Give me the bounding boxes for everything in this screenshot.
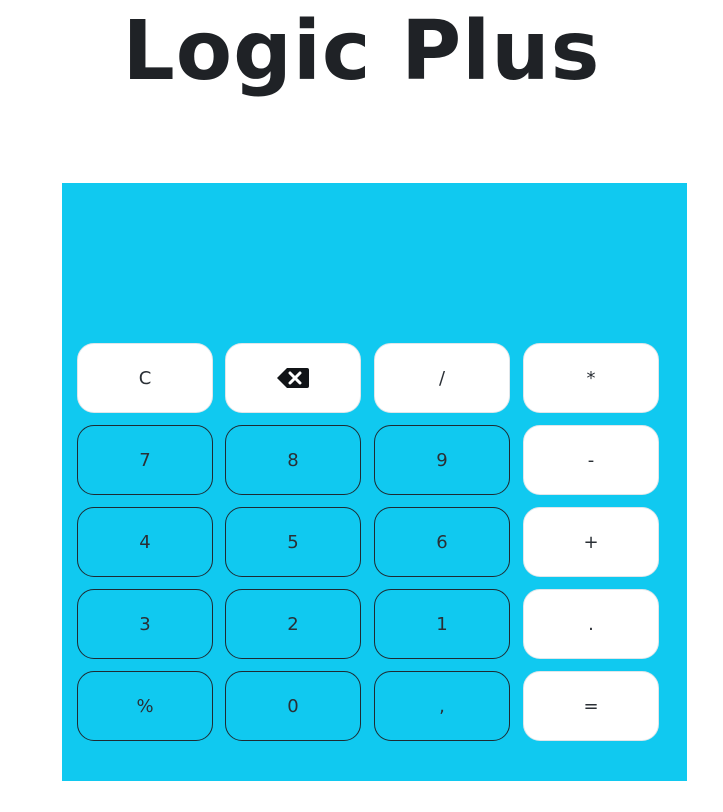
digit-3-button[interactable]: 3 bbox=[77, 589, 213, 659]
calculator-panel: C / * 7 8 9 - 4 5 6 + 3 2 1 . % 0 , = bbox=[62, 183, 687, 781]
percent-button[interactable]: % bbox=[77, 671, 213, 741]
decimal-point-button[interactable]: . bbox=[523, 589, 659, 659]
digit-0-button[interactable]: 0 bbox=[225, 671, 361, 741]
clear-button[interactable]: C bbox=[77, 343, 213, 413]
divide-button[interactable]: / bbox=[374, 343, 510, 413]
digit-6-button[interactable]: 6 bbox=[374, 507, 510, 577]
comma-button[interactable]: , bbox=[374, 671, 510, 741]
app-header: Logic Plus bbox=[0, 0, 723, 120]
calculator-display bbox=[62, 183, 687, 333]
digit-2-button[interactable]: 2 bbox=[225, 589, 361, 659]
backspace-icon bbox=[276, 367, 310, 389]
app-title: Logic Plus bbox=[122, 4, 601, 99]
digit-8-button[interactable]: 8 bbox=[225, 425, 361, 495]
multiply-button[interactable]: * bbox=[523, 343, 659, 413]
minus-button[interactable]: - bbox=[523, 425, 659, 495]
digit-9-button[interactable]: 9 bbox=[374, 425, 510, 495]
digit-1-button[interactable]: 1 bbox=[374, 589, 510, 659]
backspace-button[interactable] bbox=[225, 343, 361, 413]
plus-button[interactable]: + bbox=[523, 507, 659, 577]
digit-4-button[interactable]: 4 bbox=[77, 507, 213, 577]
digit-7-button[interactable]: 7 bbox=[77, 425, 213, 495]
equals-button[interactable]: = bbox=[523, 671, 659, 741]
digit-5-button[interactable]: 5 bbox=[225, 507, 361, 577]
